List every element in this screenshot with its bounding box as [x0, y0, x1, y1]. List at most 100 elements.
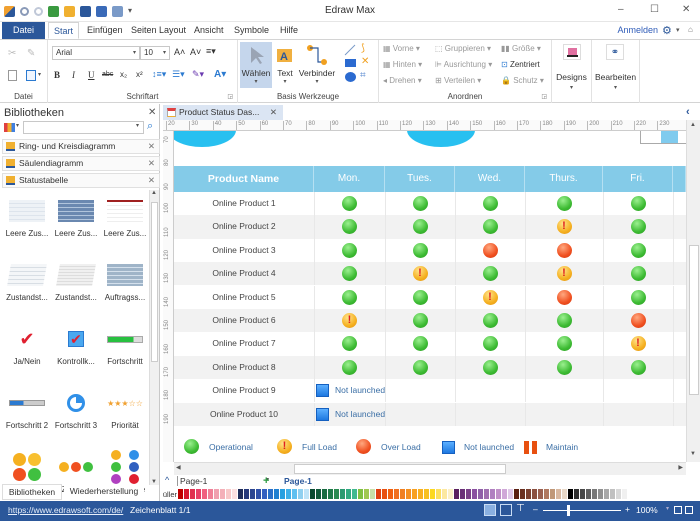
bold-icon[interactable]: B — [54, 70, 60, 80]
rectangle-tool-icon[interactable] — [345, 59, 356, 67]
color-swatch[interactable] — [382, 489, 387, 499]
color-swatch[interactable] — [490, 489, 495, 499]
strikethrough-icon[interactable]: abc — [102, 71, 113, 78]
center-button[interactable]: ⊡ Zentriert — [501, 60, 540, 69]
table-shape[interactable]: Auftragss... — [100, 260, 150, 302]
size-button[interactable]: ▮▮ Größe ▾ — [501, 44, 541, 53]
color-swatch[interactable] — [358, 489, 363, 499]
color-swatch[interactable] — [376, 489, 381, 499]
align-button[interactable]: ⊫ Ausrichtung ▾ — [435, 60, 492, 69]
color-swatch[interactable] — [406, 489, 411, 499]
zoom-slider-thumb[interactable] — [567, 505, 571, 516]
shrink-font-icon[interactable]: A˅ — [190, 47, 201, 57]
scroll-right-icon[interactable]: ▶ — [678, 464, 683, 471]
progress-shape[interactable]: Fortschritt 3 — [51, 388, 101, 430]
color-swatch[interactable] — [604, 489, 609, 499]
crop-tool-icon[interactable]: ⌗ — [360, 70, 366, 81]
font-size-select[interactable]: 10 ▾ — [140, 46, 170, 60]
progress-shape[interactable]: Fortschritt — [100, 324, 150, 366]
color-swatch[interactable] — [184, 489, 189, 499]
color-swatch[interactable] — [616, 489, 621, 499]
color-swatch[interactable] — [496, 489, 501, 499]
format-painter-icon[interactable]: ✎ — [27, 48, 35, 59]
color-swatch[interactable] — [478, 489, 483, 499]
color-swatch[interactable] — [394, 489, 399, 499]
color-swatch[interactable] — [580, 489, 585, 499]
color-swatch[interactable] — [244, 489, 249, 499]
tab-bibliotheken[interactable]: Bibliotheken — [2, 484, 62, 500]
color-swatch[interactable] — [304, 489, 309, 499]
underline-icon[interactable]: U — [88, 70, 95, 80]
color-swatch[interactable] — [268, 489, 273, 499]
color-swatch[interactable] — [196, 489, 201, 499]
zoom-level[interactable]: 100% — [636, 505, 658, 515]
library-category[interactable]: Säulendiagramm ✕ — [2, 156, 160, 171]
color-swatch[interactable] — [328, 489, 333, 499]
priority-shape[interactable]: ★★★☆☆ Priorität — [100, 388, 150, 431]
color-swatch[interactable] — [220, 489, 225, 499]
page-view-icon[interactable] — [500, 504, 512, 516]
vertical-scrollbar[interactable]: ▲ ▼ — [686, 120, 700, 462]
paste-icon[interactable] — [26, 70, 36, 81]
color-swatch[interactable] — [334, 489, 339, 499]
color-swatch[interactable] — [238, 489, 243, 499]
search-dropdown-icon[interactable]: ▾ — [136, 122, 139, 129]
color-swatch[interactable] — [322, 489, 327, 499]
italic-icon[interactable]: I — [72, 70, 75, 80]
collapse-panel-icon[interactable]: ‹ — [686, 106, 690, 118]
text-tool-button[interactable]: A Text ▾ — [274, 42, 296, 88]
website-link[interactable]: https://www.edrawsoft.com/de/ — [8, 505, 123, 515]
color-swatch[interactable] — [178, 489, 183, 499]
color-swatch[interactable] — [418, 489, 423, 499]
bring-front-button[interactable]: ▦ Vorne ▾ — [383, 44, 420, 53]
library-search-input[interactable] — [23, 121, 144, 134]
connector-tool-button[interactable]: Verbinder ▾ — [296, 42, 338, 88]
color-swatch[interactable] — [514, 489, 519, 499]
select-tool-button[interactable]: Wählen ▾ — [240, 42, 272, 88]
fit-width-icon[interactable] — [685, 506, 693, 514]
tab-wiederherstellung[interactable]: Wiederherstellung — [64, 484, 144, 500]
distribute-button[interactable]: ⊞ Verteilen ▾ — [435, 76, 481, 85]
table-shape[interactable]: Zustandst... — [2, 260, 52, 302]
align-text-icon[interactable]: ≡▾ — [206, 46, 216, 57]
document-tab[interactable]: Product Status Das... ✕ — [163, 105, 283, 120]
close-document-icon[interactable]: ✕ — [270, 105, 277, 120]
color-swatch[interactable] — [370, 489, 375, 499]
table-shape[interactable]: Leere Zus... — [2, 196, 52, 238]
color-swatch[interactable] — [562, 489, 567, 499]
table-shape[interactable]: Leere Zus... — [100, 196, 150, 238]
rotate-button[interactable]: ◂ Drehen ▾ — [383, 76, 422, 85]
horizontal-scrollbar[interactable]: ◀ ▶ — [174, 462, 686, 475]
paste-dropdown-icon[interactable]: ▾ — [38, 71, 41, 78]
tab-hilfe[interactable]: Hilfe — [275, 22, 303, 39]
color-swatch[interactable] — [430, 489, 435, 499]
scroll-thumb[interactable] — [689, 245, 699, 395]
expand-pages-icon[interactable]: ^ — [165, 475, 169, 485]
close-category-icon[interactable]: ✕ — [148, 157, 155, 170]
scroll-down-icon[interactable]: ▼ — [690, 451, 696, 457]
color-swatch[interactable] — [454, 489, 459, 499]
color-swatch[interactable] — [250, 489, 255, 499]
page-tab[interactable]: Page-1 — [284, 476, 312, 486]
bar-chart-shape[interactable] — [640, 131, 686, 144]
page-select[interactable]: Page-1 ▾ — [177, 476, 269, 486]
color-swatch[interactable] — [622, 489, 627, 499]
settings-dropdown-icon[interactable]: ▾ — [676, 26, 680, 34]
color-swatch[interactable] — [502, 489, 507, 499]
color-swatch[interactable] — [352, 489, 357, 499]
color-swatch[interactable] — [214, 489, 219, 499]
progress-shape[interactable]: Fortschritt 2 — [2, 388, 52, 430]
group-button[interactable]: ⬚ Gruppieren ▾ — [435, 44, 491, 53]
ellipse-tool-icon[interactable] — [345, 72, 356, 82]
color-swatch[interactable] — [484, 489, 489, 499]
bullets-icon[interactable]: ☰▾ — [172, 69, 185, 80]
color-swatch[interactable] — [226, 489, 231, 499]
minimize-button[interactable]: – — [618, 4, 624, 15]
color-swatch[interactable] — [550, 489, 555, 499]
zoom-dropdown-icon[interactable]: ▾ — [666, 505, 669, 512]
color-swatch[interactable] — [598, 489, 603, 499]
tab-einfuegen[interactable]: Einfügen — [82, 22, 128, 39]
library-scrollbar[interactable]: ▲ ▼ — [149, 190, 159, 485]
color-swatch[interactable] — [520, 489, 525, 499]
protect-button[interactable]: 🔒 Schutz ▾ — [501, 76, 544, 85]
